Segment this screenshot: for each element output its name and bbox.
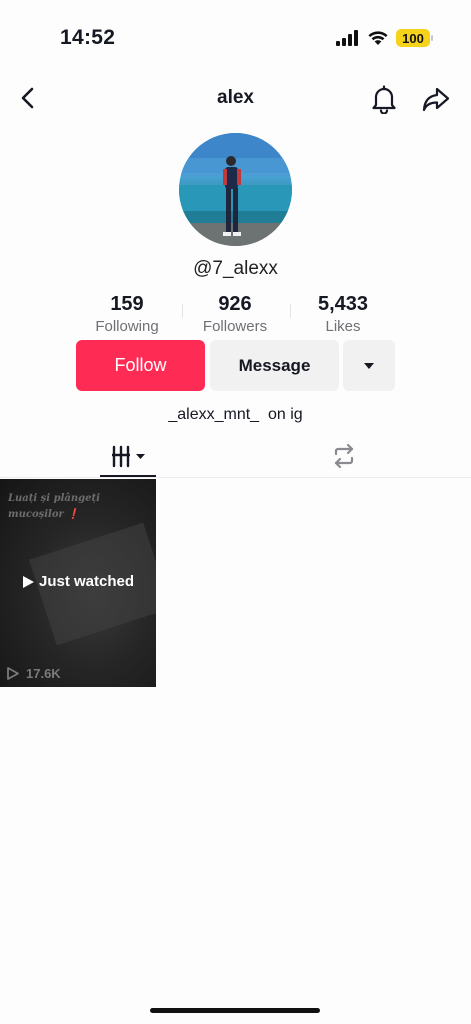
status-time: 14:52 [60, 26, 116, 49]
battery-icon: 100 [396, 29, 430, 47]
stat-followers-label: Followers [202, 318, 268, 335]
stat-followers[interactable]: 926 Followers [180, 292, 290, 337]
stat-likes[interactable]: 5,433 Likes [288, 292, 398, 337]
just-watched-label: Just watched [0, 573, 156, 590]
profile-bio: _alexx_mnt_ on ig [168, 406, 303, 423]
home-indicator [150, 1008, 320, 1013]
video-caption: Luați și plângeți mucoșilor ❗ [8, 493, 100, 520]
stat-following-value: 159 [110, 293, 144, 315]
profile-username: @7_alexx [193, 258, 278, 279]
repost-icon [334, 443, 354, 469]
stat-following-label: Following [95, 318, 159, 335]
avatar[interactable] [179, 133, 292, 246]
status-bar: 14:52 100 [0, 0, 471, 70]
wifi-icon [368, 31, 388, 45]
caret-down-icon [364, 362, 374, 369]
share-arrow-icon[interactable] [421, 84, 451, 114]
just-watched-text: Just watched [38, 573, 135, 590]
avatar-photo [179, 133, 292, 246]
more-options-button[interactable] [343, 340, 395, 391]
tab-videos[interactable] [112, 442, 158, 470]
battery-tip [431, 35, 433, 41]
page-title: alex [217, 87, 254, 108]
message-button[interactable]: Message [210, 340, 339, 391]
stat-likes-label: Likes [325, 318, 361, 335]
tab-reposts[interactable] [330, 442, 358, 470]
profile-stats: 159 Following 926 Followers 5,433 Likes [0, 292, 471, 336]
top-nav: alex [0, 78, 471, 118]
video-views: 17.6K [6, 666, 61, 681]
stat-followers-value: 926 [218, 293, 252, 315]
tab-active-indicator [100, 475, 156, 477]
profile-tabs [0, 434, 471, 478]
play-outline-icon [7, 667, 19, 680]
battery-level: 100 [402, 30, 424, 46]
bell-icon[interactable] [370, 84, 398, 114]
video-views-count: 17.6K [26, 666, 61, 681]
play-icon [22, 575, 34, 588]
stat-likes-value: 5,433 [317, 293, 369, 315]
stat-following[interactable]: 159 Following [72, 292, 182, 337]
grid-lines-icon [112, 445, 145, 468]
video-thumbnail[interactable]: Luați și plângeți mucoșilor ❗ Just watch… [0, 479, 156, 687]
signal-icon [336, 30, 358, 46]
follow-button[interactable]: Follow [76, 340, 205, 391]
